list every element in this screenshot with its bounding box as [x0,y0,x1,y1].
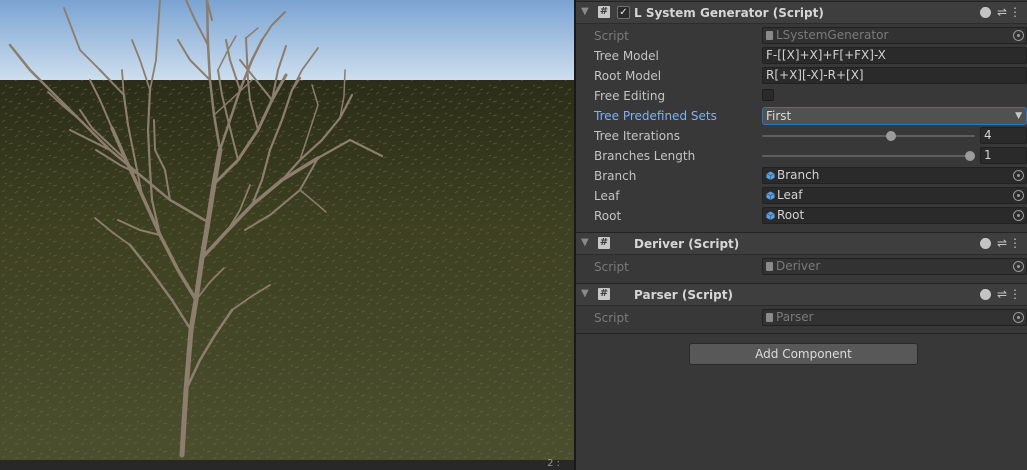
script-file-icon [766,31,773,40]
tree-predefined-sets-label: Tree Predefined Sets [594,109,717,123]
leaf-value: Leaf [777,188,803,202]
branches-length-row: Branches Length 1 [576,146,1027,166]
root-model-row: Root Model R[+X][-X]-R+[X] [576,66,1027,86]
branches-length-slider-thumb[interactable] [965,151,975,161]
script-component-icon: # [598,237,610,249]
script-file-icon [766,313,773,322]
free-editing-row: Free Editing [576,86,1027,106]
sky [0,0,574,82]
help-icon[interactable]: ? [980,288,991,300]
leaf-row: Leaf Leaf [576,186,1027,206]
root-model-label: Root Model [594,69,662,83]
tree-model-input[interactable]: F-[[X]+X]+F[+FX]-X [762,47,1027,64]
fold-arrow-icon[interactable]: ▼ [581,6,589,17]
branches-length-slider[interactable] [762,155,975,157]
branches-length-label: Branches Length [594,149,696,163]
free-editing-label: Free Editing [594,89,666,103]
root-row: Root Root [576,206,1027,226]
root-value: Root [777,208,805,222]
lsystem-component-title: L System Generator (Script) [634,6,824,20]
dropdown-arrow-icon: ▼ [1015,111,1022,121]
prefab-icon [766,211,775,220]
help-icon[interactable]: ? [980,6,991,18]
tree-predefined-sets-dropdown[interactable]: First ▼ [762,107,1027,125]
tree-model-row: Tree Model F-[[X]+X]+F[+FX]-X [576,46,1027,66]
branch-value: Branch [777,168,820,182]
parser-script-field: Parser [762,309,1027,326]
presets-icon[interactable]: ⇌ [997,236,1007,250]
deriver-script-value: Deriver [776,259,821,273]
branches-length-input[interactable]: 1 [980,147,1027,164]
script-file-icon [766,262,773,271]
leaf-object-field[interactable]: Leaf [762,187,1027,204]
script-label: Script [594,260,629,274]
tree-iterations-slider[interactable] [762,135,975,137]
tree-iterations-input[interactable]: 4 [980,127,1027,144]
lsystem-script-field: LSystemGenerator [762,27,1027,44]
kebab-menu-icon[interactable]: ⋮ [1009,236,1021,250]
object-picker-icon[interactable] [1013,30,1024,41]
root-label: Root [594,209,622,223]
leaf-label: Leaf [594,189,620,203]
components-divider [576,333,1027,334]
object-picker-icon[interactable] [1013,261,1024,272]
free-editing-checkbox[interactable] [762,89,774,101]
branch-label: Branch [594,169,637,183]
scene-footer: 2 : [0,458,574,470]
deriver-script-field: Deriver [762,258,1027,275]
fold-arrow-icon[interactable]: ▼ [581,237,589,248]
scene-canvas[interactable] [0,0,574,470]
scene-view[interactable]: 2 : [0,0,574,470]
parser-script-row: Script Parser [576,308,1027,328]
script-label: Script [594,29,629,43]
parser-script-value: Parser [776,310,814,324]
branch-object-field[interactable]: Branch [762,167,1027,184]
lsystem-component-header[interactable]: ▼ # ✓ L System Generator (Script) ? ⇌ ⋮ [576,1,1027,24]
script-component-icon: # [598,6,610,18]
lsystem-script-value: LSystemGenerator [776,28,889,42]
tree-iterations-label: Tree Iterations [594,129,680,143]
tree-model-label: Tree Model [594,49,659,63]
lsystem-script-row: Script LSystemGenerator [576,26,1027,46]
object-picker-icon[interactable] [1013,190,1024,201]
root-model-input[interactable]: R[+X][-X]-R+[X] [762,67,1027,84]
presets-icon[interactable]: ⇌ [997,287,1007,301]
script-label: Script [594,311,629,325]
branch-row: Branch Branch [576,166,1027,186]
kebab-menu-icon[interactable]: ⋮ [1009,5,1021,19]
prefab-icon [766,191,775,200]
object-picker-icon[interactable] [1013,312,1024,323]
fold-arrow-icon[interactable]: ▼ [581,288,589,299]
tree-predefined-sets-row: Tree Predefined Sets First ▼ [576,106,1027,126]
presets-icon[interactable]: ⇌ [997,5,1007,19]
object-picker-icon[interactable] [1013,170,1024,181]
deriver-component-title: Deriver (Script) [634,237,740,251]
deriver-component-header[interactable]: ▼ # Deriver (Script) ? ⇌ ⋮ [576,232,1027,255]
scene-footer-text: 2 : [547,458,560,469]
root-object-field[interactable]: Root [762,207,1027,224]
inspector-panel: ▼ # ✓ L System Generator (Script) ? ⇌ ⋮ … [576,0,1027,470]
prefab-icon [766,171,775,180]
tree-iterations-slider-thumb[interactable] [885,131,896,141]
parser-component-header[interactable]: ▼ # Parser (Script) ? ⇌ ⋮ [576,283,1027,306]
lsystem-enabled-checkbox[interactable]: ✓ [617,6,630,19]
parser-component-title: Parser (Script) [634,288,733,302]
add-component-button[interactable]: Add Component [689,343,918,365]
tree-predefined-sets-value: First [766,109,792,123]
deriver-script-row: Script Deriver [576,257,1027,277]
script-component-icon: # [598,288,610,300]
tree-iterations-row: Tree Iterations 4 [576,126,1027,146]
object-picker-icon[interactable] [1013,210,1024,221]
kebab-menu-icon[interactable]: ⋮ [1009,287,1021,301]
help-icon[interactable]: ? [980,237,991,249]
